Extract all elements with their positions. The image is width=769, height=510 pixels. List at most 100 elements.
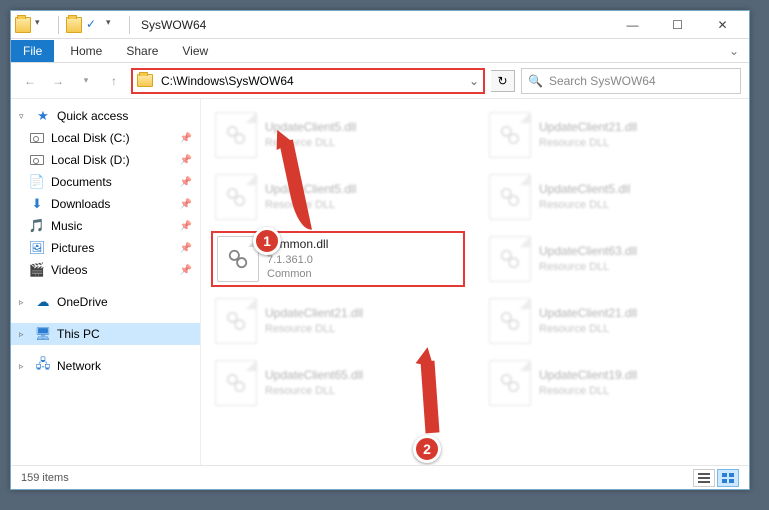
maximize-button[interactable]: ☐ <box>655 11 700 39</box>
recent-dropdown-icon[interactable]: ▾ <box>75 70 97 92</box>
sidebar-item-label: Music <box>51 219 82 233</box>
file-desc: Common <box>267 267 328 281</box>
badge-number: 2 <box>423 441 431 457</box>
ribbon-expand-icon[interactable]: ⌄ <box>719 40 749 62</box>
pin-icon: 📌 <box>180 199 192 210</box>
pin-icon: 📌 <box>180 221 192 232</box>
file-name: UpdateClient65.dll <box>265 368 363 384</box>
file-item[interactable]: UpdateClient5.dllResource DLL <box>211 169 465 225</box>
dll-icon <box>489 112 531 158</box>
file-name: UpdateClient5.dll <box>539 182 630 198</box>
search-box[interactable]: 🔍 Search SysWOW64 <box>521 68 741 94</box>
dll-icon <box>215 174 257 220</box>
dll-icon <box>489 174 531 220</box>
file-name: UpdateClient19.dll <box>539 368 637 384</box>
sidebar-item-pictures[interactable]: 🖼 Pictures 📌 <box>11 237 200 259</box>
file-sub: Resource DLL <box>539 260 637 274</box>
downloads-icon: ⬇ <box>29 196 45 212</box>
sidebar-item-downloads[interactable]: ⬇ Downloads 📌 <box>11 193 200 215</box>
tab-home[interactable]: Home <box>58 40 114 62</box>
star-icon: ★ <box>35 108 51 124</box>
item-count: 159 items <box>21 472 69 484</box>
network-icon: 🖧 <box>35 358 51 374</box>
file-item[interactable]: UpdateClient5.dllResource DLL <box>211 107 465 163</box>
file-item[interactable]: UpdateClient5.dllResource DLL <box>485 169 739 225</box>
tab-file[interactable]: File <box>11 40 54 62</box>
tab-share[interactable]: Share <box>114 40 170 62</box>
folder-icon <box>137 74 153 87</box>
dll-icon <box>215 298 257 344</box>
sidebar-item-documents[interactable]: 📄 Documents 📌 <box>11 171 200 193</box>
sidebar-item-label: Downloads <box>51 197 110 211</box>
pin-icon: 📌 <box>180 177 192 188</box>
music-icon: 🎵 <box>29 218 45 234</box>
sidebar-item-this-pc[interactable]: ▹ 🖥 This PC <box>11 323 200 345</box>
qa-dropdown-icon[interactable]: ▾ <box>35 17 51 33</box>
file-item[interactable]: UpdateClient63.dllResource DLL <box>485 231 739 287</box>
sidebar-item-label: Pictures <box>51 241 94 255</box>
tiles-view-button[interactable] <box>717 469 739 487</box>
search-placeholder: Search SysWOW64 <box>549 74 656 88</box>
qa-dropdown-icon[interactable]: ▾ <box>106 17 122 33</box>
sidebar-item-network[interactable]: ▹ 🖧 Network <box>11 355 200 377</box>
file-name: UpdateClient21.dll <box>539 306 637 322</box>
pin-icon: 📌 <box>180 155 192 166</box>
details-view-button[interactable] <box>693 469 715 487</box>
view-buttons <box>693 469 739 487</box>
file-item[interactable]: UpdateClient21.dllResource DLL <box>211 293 465 349</box>
forward-button[interactable]: → <box>47 70 69 92</box>
sidebar-item-label: OneDrive <box>57 295 108 309</box>
address-input[interactable] <box>159 72 463 90</box>
disk-icon <box>29 130 45 146</box>
sidebar-quick-access[interactable]: ▿ ★ Quick access <box>11 105 200 127</box>
address-bar[interactable]: ⌄ <box>131 68 485 94</box>
pin-icon: 📌 <box>180 265 192 276</box>
pictures-icon: 🖼 <box>29 240 45 256</box>
up-button[interactable]: ↑ <box>103 70 125 92</box>
file-name: UpdateClient21.dll <box>265 306 363 322</box>
window-title: SysWOW64 <box>141 18 206 32</box>
sidebar-item-music[interactable]: 🎵 Music 📌 <box>11 215 200 237</box>
navigation-pane: ▿ ★ Quick access Local Disk (C:) 📌 Local… <box>11 99 201 465</box>
separator <box>58 16 59 34</box>
folder-icon <box>15 17 31 33</box>
pin-icon: 📌 <box>180 133 192 144</box>
badge-number: 1 <box>263 233 271 249</box>
refresh-button[interactable]: ↻ <box>491 70 515 92</box>
file-item[interactable]: UpdateClient21.dllResource DLL <box>485 107 739 163</box>
ribbon-tabs: File Home Share View ⌄ <box>11 39 749 63</box>
file-sub: Resource DLL <box>539 322 637 336</box>
dll-icon <box>215 112 257 158</box>
sidebar-item-local-disk-c[interactable]: Local Disk (C:) 📌 <box>11 127 200 149</box>
chevron-down-icon: ▿ <box>19 111 29 122</box>
search-icon: 🔍 <box>528 74 543 88</box>
explorer-window: ▾ ✓ ▾ SysWOW64 — ☐ ✕ File Home Share Vie… <box>10 10 750 490</box>
separator <box>129 16 130 34</box>
titlebar: ▾ ✓ ▾ SysWOW64 — ☐ ✕ <box>11 11 749 39</box>
back-button[interactable]: ← <box>19 70 41 92</box>
annotation-badge-1: 1 <box>253 227 281 255</box>
close-button[interactable]: ✕ <box>700 11 745 39</box>
sidebar-item-label: Documents <box>51 175 112 189</box>
file-item[interactable]: UpdateClient21.dllResource DLL <box>485 293 739 349</box>
sidebar-item-videos[interactable]: 🎬 Videos 📌 <box>11 259 200 281</box>
address-dropdown-icon[interactable]: ⌄ <box>469 74 479 88</box>
chevron-right-icon: ▹ <box>19 329 29 340</box>
file-sub: Resource DLL <box>265 198 356 212</box>
sidebar-item-onedrive[interactable]: ▹ ☁ OneDrive <box>11 291 200 313</box>
file-item-highlighted[interactable]: common.dll 7.1.361.0 Common <box>211 231 465 287</box>
body: ▿ ★ Quick access Local Disk (C:) 📌 Local… <box>11 99 749 465</box>
sidebar-item-label: Videos <box>51 263 87 277</box>
minimize-button[interactable]: — <box>610 11 655 39</box>
properties-icon[interactable]: ✓ <box>86 17 102 33</box>
dll-icon <box>215 360 257 406</box>
sidebar-item-label: This PC <box>57 327 100 341</box>
file-name: UpdateClient63.dll <box>539 244 637 260</box>
sidebar-item-local-disk-d[interactable]: Local Disk (D:) 📌 <box>11 149 200 171</box>
tab-view[interactable]: View <box>170 40 220 62</box>
file-sub: Resource DLL <box>265 322 363 336</box>
chevron-right-icon: ▹ <box>19 297 29 308</box>
file-item[interactable]: UpdateClient19.dllResource DLL <box>485 355 739 411</box>
sidebar-item-label: Network <box>57 359 101 373</box>
content-pane: 1 2 UpdateClient5.dllResource DLL Update… <box>201 99 749 465</box>
